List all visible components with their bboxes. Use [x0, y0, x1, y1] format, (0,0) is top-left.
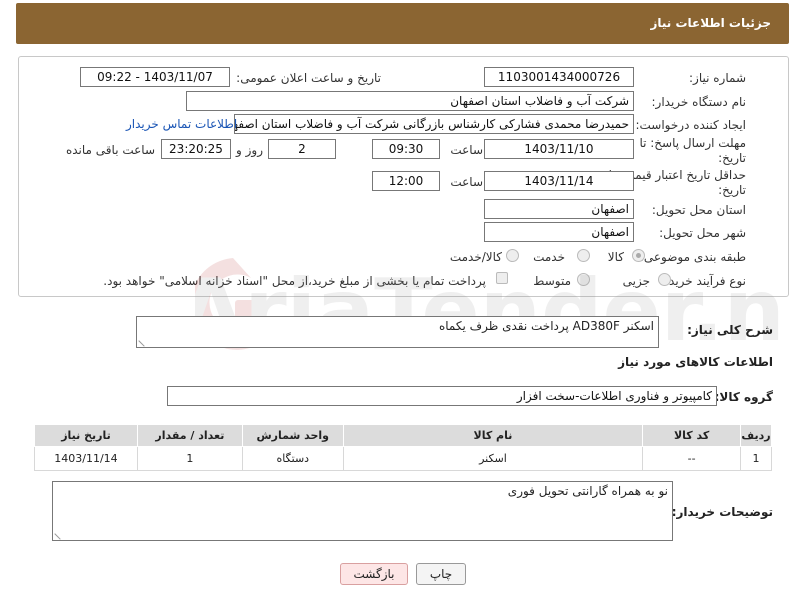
process-minor-radio[interactable] [658, 273, 671, 286]
category-goods-label: کالا [607, 250, 624, 264]
need-number-field: 1103001434000726 [484, 67, 634, 87]
col-need-date: تاریخ نیاز [34, 424, 138, 447]
cell-quantity: 1 [136, 446, 243, 471]
category-goods-radio[interactable] [632, 249, 645, 262]
cell-row-number: 1 [740, 446, 772, 471]
province-field: اصفهان [484, 199, 634, 219]
category-service-radio[interactable] [577, 249, 590, 262]
announce-datetime-label: تاریخ و ساعت اعلان عمومی: [236, 71, 381, 85]
validity-date-label: تاریخ: [718, 183, 746, 197]
buyer-org-field: شرکت آب و فاضلاب استان اصفهان [186, 91, 634, 111]
time-remaining-field: 23:20:25 [161, 139, 231, 159]
deadline-date-field: 1403/11/10 [484, 139, 634, 159]
process-minor-label: جزیی [622, 274, 650, 288]
cell-item-code: -- [642, 446, 742, 471]
page-title: جزئیات اطلاعات نیاز [650, 16, 771, 30]
cell-item-name: اسکنر [342, 446, 644, 471]
need-number-label: شماره نیاز: [689, 71, 746, 85]
goods-group-field: کامپیوتر و فناوری اطلاعات-سخت افزار [167, 386, 717, 406]
col-row-number: ردیف [740, 424, 772, 447]
back-button[interactable]: بازگشت [340, 563, 408, 585]
table-row: 1 -- اسکنر دستگاه 1 1403/11/14 [34, 446, 772, 471]
description-textarea: اسکنر AD380F پرداخت نقدی ظرف یکماه [136, 316, 659, 348]
resize-grip-icon[interactable] [54, 528, 66, 540]
resize-grip-icon[interactable] [138, 335, 150, 347]
col-quantity: تعداد / مقدار [136, 424, 243, 447]
buyer-org-label: نام دستگاه خریدار: [651, 95, 747, 109]
buyer-notes-label: توضیحات خریدار: [671, 505, 773, 519]
time-remaining-label: ساعت باقی مانده [65, 143, 155, 157]
cell-unit: دستگاه [241, 446, 344, 471]
city-label: شهر محل تحویل: [659, 226, 746, 240]
creator-field: حمیدرضا محمدی فشارکی کارشناس بازرگانی شر… [234, 114, 634, 134]
goods-table-header: ردیف کد کالا نام کالا واحد شمارش تعداد /… [34, 424, 772, 447]
deadline-label: مهلت ارسال پاسخ: تا [639, 136, 746, 150]
process-medium-label: متوسط [533, 274, 571, 288]
goods-table: ردیف کد کالا نام کالا واحد شمارش تعداد /… [34, 424, 772, 471]
col-item-code: کد کالا [642, 424, 742, 447]
print-button[interactable]: چاپ [416, 563, 466, 585]
col-item-name: نام کالا [342, 424, 644, 447]
days-label: روز و [236, 143, 263, 157]
col-unit: واحد شمارش [241, 424, 344, 447]
announce-datetime-field: 1403/11/07 - 09:22 [80, 67, 230, 87]
description-text: اسکنر AD380F پرداخت نقدی ظرف یکماه [438, 319, 654, 333]
cell-need-date: 1403/11/14 [34, 446, 138, 471]
deadline-date-label: تاریخ: [718, 151, 746, 165]
description-label: شرح کلی نیاز: [687, 323, 773, 337]
days-remaining-field: 2 [268, 139, 336, 159]
deadline-time-label: ساعت [450, 143, 483, 157]
province-label: استان محل تحویل: [651, 203, 746, 217]
category-service-label: خدمت [533, 250, 565, 264]
process-medium-radio[interactable] [577, 273, 590, 286]
category-label: طبقه بندی موضوعی: [639, 250, 746, 264]
validity-date-field: 1403/11/14 [484, 171, 634, 191]
goods-group-label: گروه کالا: [714, 390, 773, 404]
validity-time-field: 12:00 [372, 171, 440, 191]
category-both-label: کالا/خدمت [449, 250, 502, 264]
process-type-label: نوع فرآیند خرید : [661, 274, 746, 288]
treasury-payment-note: پرداخت تمام یا بخشی از مبلغ خرید،از محل … [103, 274, 486, 288]
city-field: اصفهان [484, 222, 634, 242]
page-header: جزئیات اطلاعات نیاز [16, 3, 789, 44]
buyer-notes-text: نو به همراه گارانتی تحویل فوری [507, 484, 668, 498]
treasury-payment-checkbox[interactable] [496, 272, 508, 284]
goods-section-title: اطلاعات کالاهای مورد نیاز [618, 355, 773, 369]
creator-label: ایجاد کننده درخواست: [635, 118, 746, 132]
buyer-contact-link[interactable]: اطلاعات تماس خریدار [126, 117, 237, 131]
validity-time-label: ساعت [450, 175, 483, 189]
deadline-time-field: 09:30 [372, 139, 440, 159]
category-both-radio[interactable] [506, 249, 519, 262]
buyer-notes-textarea: نو به همراه گارانتی تحویل فوری [52, 481, 673, 541]
